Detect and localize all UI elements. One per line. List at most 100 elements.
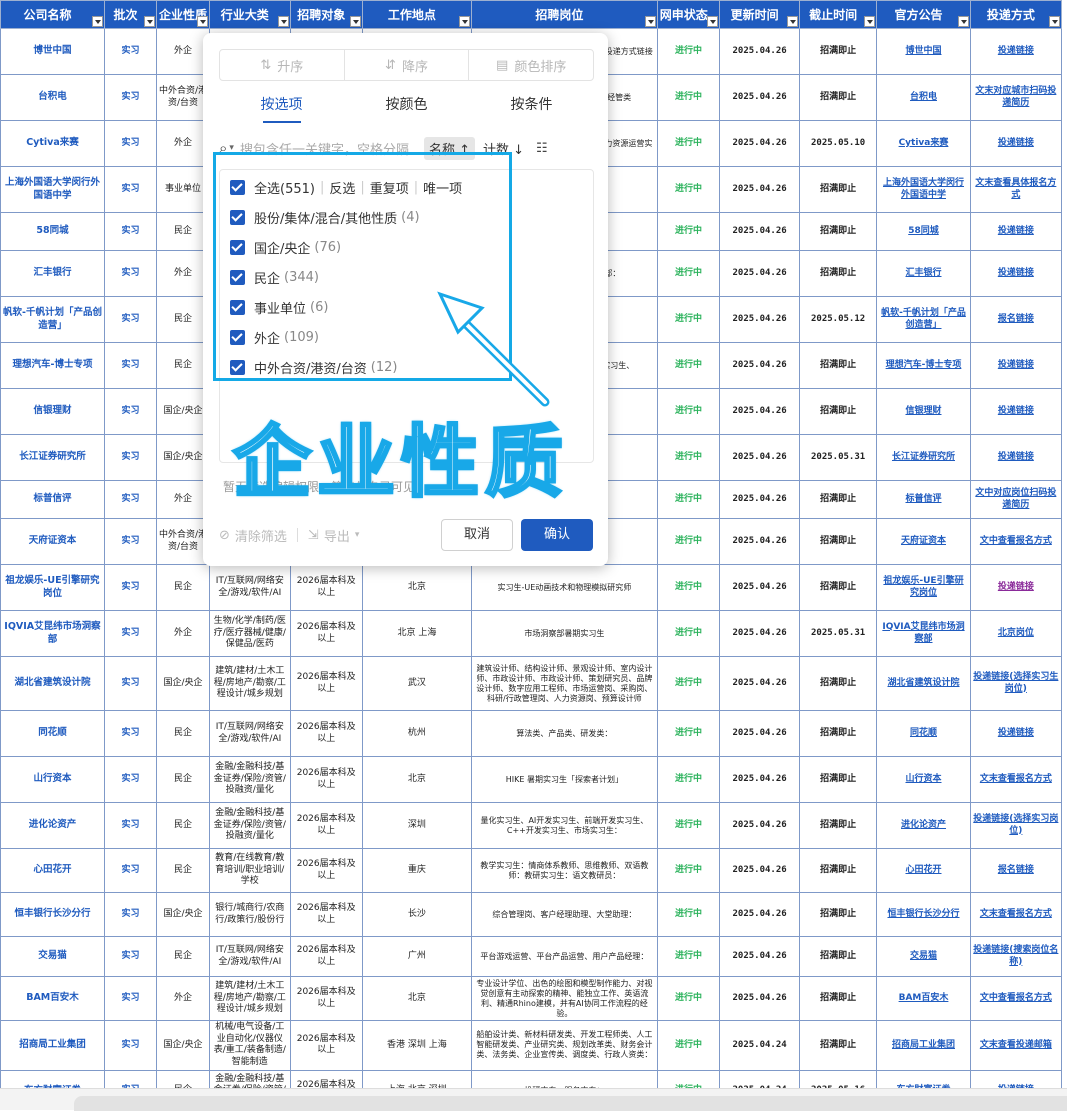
table-cell[interactable]: 招商局工业集团: [876, 1020, 971, 1071]
table-cell: IQVIA艾昆纬市场洞察部: [0, 610, 105, 657]
table-cell[interactable]: 北京岗位: [969, 610, 1063, 657]
table-cell[interactable]: 58同城: [876, 212, 971, 251]
table-cell: 2025.04.26: [719, 166, 800, 213]
confirm-button[interactable]: 确认: [521, 519, 593, 551]
column-header[interactable]: 官方公告: [876, 0, 971, 29]
column-header[interactable]: 企业性质: [155, 0, 211, 29]
filter-dropdown-icon[interactable]: [1049, 16, 1060, 27]
column-header[interactable]: 投递方式: [969, 0, 1063, 29]
table-cell: 广州: [361, 936, 473, 977]
tab-by-condition[interactable]: 按条件: [469, 95, 594, 125]
table-cell[interactable]: 上海外国语大学闵行外国语中学: [876, 166, 971, 213]
table-cell: 进行中: [656, 976, 721, 1021]
column-header[interactable]: 招聘岗位: [471, 0, 658, 29]
filter-dropdown-icon[interactable]: [459, 16, 471, 27]
filter-dropdown-icon[interactable]: [707, 16, 719, 27]
filter-dropdown-icon[interactable]: [349, 16, 361, 27]
table-cell[interactable]: 博世中国: [876, 28, 971, 75]
table-cell[interactable]: 投递链接(选择实习生岗位): [969, 656, 1063, 711]
table-cell[interactable]: 报名链接: [969, 296, 1063, 343]
sort-asc-button[interactable]: ⇅ 升序: [220, 50, 345, 80]
table-cell[interactable]: 文末查看具体报名方式: [969, 166, 1063, 213]
column-header[interactable]: 工作地点: [361, 0, 473, 29]
table-cell[interactable]: 湖北省建筑设计院: [876, 656, 971, 711]
table-cell: 招满即止: [798, 1020, 878, 1071]
table-cell[interactable]: 文中查看报名方式: [969, 976, 1063, 1021]
table-cell[interactable]: 投递链接(搜索岗位名称): [969, 936, 1063, 977]
table-cell: 长沙: [361, 892, 473, 937]
filter-dropdown-icon[interactable]: [197, 16, 208, 27]
table-cell[interactable]: IQVIA艾昆纬市场洞察部: [876, 610, 971, 657]
table-cell[interactable]: 投递链接: [969, 120, 1063, 167]
table-cell[interactable]: 投递链接: [969, 250, 1063, 297]
table-cell: 实习: [103, 296, 157, 343]
table-cell[interactable]: 投递链接: [969, 434, 1063, 481]
table-cell[interactable]: BAM百安木: [876, 976, 971, 1021]
table-cell[interactable]: 天府证资本: [876, 518, 971, 565]
filter-dropdown-icon[interactable]: [143, 16, 155, 27]
tab-by-option[interactable]: 按选项: [219, 95, 344, 125]
table-cell[interactable]: 山行资本: [876, 756, 971, 803]
cancel-button[interactable]: 取消: [441, 519, 513, 551]
scroll-thumb[interactable]: [74, 1096, 1067, 1111]
column-header[interactable]: 截止时间: [798, 0, 878, 29]
table-cell[interactable]: 投递链接: [969, 564, 1063, 611]
table-cell[interactable]: 心田花开: [876, 848, 971, 893]
table-cell[interactable]: 理想汽车-博士专项: [876, 342, 971, 389]
settings-icon[interactable]: ☷: [536, 141, 548, 156]
column-header[interactable]: 行业大类: [209, 0, 291, 29]
table-cell[interactable]: 标普信评: [876, 480, 971, 519]
horizontal-scrollbar[interactable]: [0, 1088, 1067, 1111]
table-cell[interactable]: 文末查看报名方式: [969, 756, 1063, 803]
filter-dropdown-icon[interactable]: [957, 16, 969, 27]
filter-dropdown-icon[interactable]: [864, 16, 876, 27]
table-cell[interactable]: 东方财富证券: [876, 1069, 971, 1088]
table-cell[interactable]: 文中对应岗位扫码投递简历: [969, 480, 1063, 519]
column-header[interactable]: 招聘对象: [289, 0, 363, 29]
table-cell: 招满即止: [798, 656, 878, 711]
table-cell[interactable]: 投递链接(选择实习岗位): [969, 802, 1063, 849]
table-cell[interactable]: 投递链接: [969, 388, 1063, 435]
table-cell[interactable]: 投递链接: [969, 1069, 1063, 1088]
sort-desc-button[interactable]: ⇵ 降序: [345, 50, 470, 80]
column-header[interactable]: 公司名称: [0, 0, 105, 29]
table-cell: 2026届本科及以上: [289, 1069, 363, 1088]
table-cell[interactable]: 文末查看投递邮箱: [969, 1020, 1063, 1071]
table-cell[interactable]: 报名链接: [969, 848, 1063, 893]
filter-dropdown-icon[interactable]: [277, 16, 289, 27]
column-header[interactable]: 批次: [103, 0, 157, 29]
table-cell[interactable]: 投递链接: [969, 710, 1063, 757]
table-cell[interactable]: 恒丰银行长沙分行: [876, 892, 971, 937]
table-cell: 生物/化学/制药/医疗/医疗器械/健康/保健品/医药: [209, 610, 291, 657]
table-cell[interactable]: 同花顺: [876, 710, 971, 757]
table-cell[interactable]: 投递链接: [969, 342, 1063, 389]
table-cell[interactable]: 长江证券研究所: [876, 434, 971, 481]
filter-dropdown-icon[interactable]: [786, 16, 798, 27]
table-cell[interactable]: 祖龙娱乐-UE引擎研究岗位: [876, 564, 971, 611]
table-cell[interactable]: 汇丰银行: [876, 250, 971, 297]
table-cell[interactable]: 交易猫: [876, 936, 971, 977]
table-cell[interactable]: 投递链接: [969, 28, 1063, 75]
table-cell: 2026届本科及以上: [289, 564, 363, 611]
table-cell: 2025.04.24: [719, 1020, 800, 1071]
tab-by-color[interactable]: 按颜色: [344, 95, 469, 125]
table-cell: 实习: [103, 74, 157, 121]
table-cell: 进行中: [656, 656, 721, 711]
column-header[interactable]: 网申状态: [656, 0, 721, 29]
table-cell[interactable]: Cytiva来赛: [876, 120, 971, 167]
table-cell[interactable]: 文末对应城市扫码投递简历: [969, 74, 1063, 121]
table-cell[interactable]: 进化论资产: [876, 802, 971, 849]
table-cell[interactable]: 台积电: [876, 74, 971, 121]
filter-dropdown-icon[interactable]: [644, 16, 656, 27]
table-cell: 实习: [103, 710, 157, 757]
column-header[interactable]: 更新时间: [719, 0, 800, 29]
table-cell[interactable]: 信银理财: [876, 388, 971, 435]
clear-filter-button[interactable]: ⊘ 清除筛选: [219, 526, 287, 545]
filter-dropdown-icon[interactable]: [91, 16, 103, 27]
table-cell[interactable]: 帆软-千帆计划「产品创造营」: [876, 296, 971, 343]
table-cell[interactable]: 文中查看报名方式: [969, 518, 1063, 565]
export-button[interactable]: ⇲ 导出 ▾: [308, 526, 359, 545]
color-sort-button[interactable]: ▤ 颜色排序: [469, 50, 593, 80]
table-cell[interactable]: 投递链接: [969, 212, 1063, 251]
table-cell[interactable]: 文末查看报名方式: [969, 892, 1063, 937]
